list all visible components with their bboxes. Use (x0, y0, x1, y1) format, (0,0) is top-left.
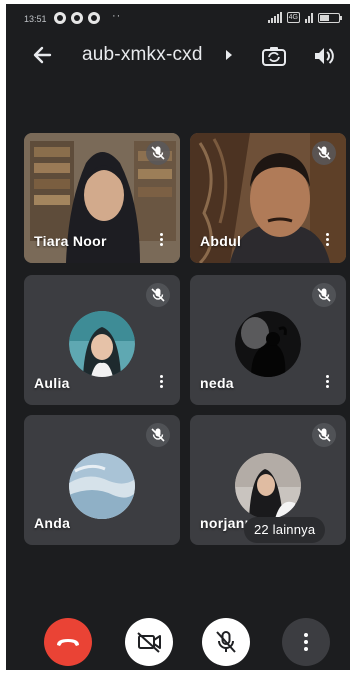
status-time: 13:51 (24, 14, 47, 24)
chevron-right-icon[interactable] (226, 50, 232, 60)
participant-tile[interactable]: Abdul (190, 133, 346, 263)
meeting-code[interactable]: aub-xmkx-cxd (82, 44, 203, 66)
status-bar: 13:51 ·· 4G (6, 4, 350, 32)
mic-off-icon (146, 141, 170, 165)
signal-icon (267, 12, 282, 23)
more-vert-icon (304, 633, 308, 651)
participant-name: Aulia (34, 375, 70, 391)
mic-off-icon (146, 423, 170, 447)
mic-off-icon (216, 631, 236, 653)
system-icons: 4G (267, 12, 342, 23)
avatar (69, 311, 135, 377)
notification-icons (54, 12, 100, 24)
battery-icon (318, 13, 342, 23)
volume-icon[interactable] (310, 42, 338, 70)
camera-toggle-button[interactable] (125, 618, 173, 666)
meeting-header: aub-xmkx-cxd (6, 36, 350, 76)
mic-off-icon (146, 283, 170, 307)
participant-tile[interactable]: Aulia (24, 275, 180, 405)
meet-screen: 13:51 ·· 4G aub-xmkx-cxd Tiara Noor Abdu… (6, 4, 350, 670)
avatar (235, 311, 301, 377)
mic-off-icon (312, 283, 336, 307)
more-notifications-icon: ·· (112, 10, 122, 22)
arrow-back-icon[interactable] (30, 42, 56, 68)
notification-icon (54, 12, 66, 24)
notification-icon (71, 12, 83, 24)
mic-off-icon (312, 423, 336, 447)
participant-tile[interactable]: Tiara Noor (24, 133, 180, 263)
participant-name: Abdul (200, 233, 242, 249)
more-vert-icon[interactable] (158, 375, 164, 391)
avatar (69, 453, 135, 519)
notification-icon (88, 12, 100, 24)
mic-toggle-button[interactable] (202, 618, 250, 666)
more-vert-icon[interactable] (158, 233, 164, 249)
videocam-off-icon (137, 632, 161, 653)
participant-name: Anda (34, 515, 71, 531)
switch-camera-icon[interactable] (260, 42, 288, 70)
call-controls (6, 618, 350, 666)
more-options-button[interactable] (282, 618, 330, 666)
more-vert-icon[interactable] (324, 233, 330, 249)
participant-name: neda (200, 375, 234, 391)
more-vert-icon[interactable] (324, 375, 330, 391)
network-type-icon: 4G (286, 12, 300, 23)
more-participants-badge[interactable]: 22 lainnya (244, 517, 326, 543)
end-call-button[interactable] (44, 618, 92, 666)
participant-tile[interactable]: Anda (24, 415, 180, 545)
avatar (235, 453, 301, 519)
mic-off-icon (312, 141, 336, 165)
participant-name: Tiara Noor (34, 233, 107, 249)
signal-icon (305, 12, 313, 23)
call-end-icon (57, 639, 79, 646)
participant-tile[interactable]: neda (190, 275, 346, 405)
